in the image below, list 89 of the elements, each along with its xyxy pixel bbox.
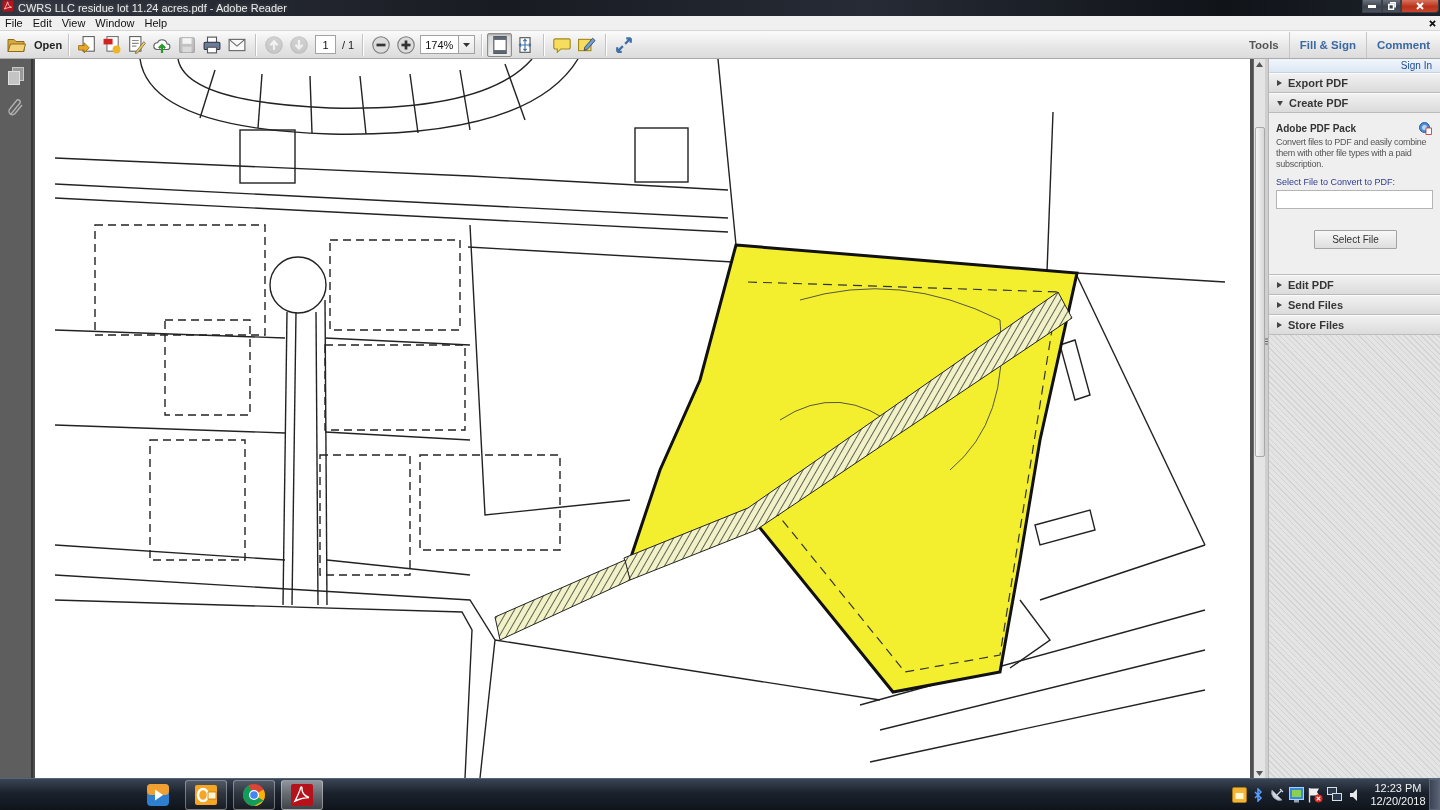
building-outline <box>239 129 296 184</box>
minimize-icon <box>1368 4 1376 8</box>
arrow-up-icon <box>264 35 283 54</box>
lot-line <box>309 75 313 134</box>
swirl-tile-icon <box>2 0 14 12</box>
plus-circle-icon <box>396 35 415 54</box>
select-file-button[interactable]: Select File <box>1314 230 1397 249</box>
tray-button[interactable] <box>1230 785 1249 804</box>
paperclip-icon <box>7 99 24 117</box>
building-outline <box>1059 339 1091 401</box>
arrow-down-icon <box>1256 771 1263 776</box>
sign-in-link[interactable]: Sign In <box>1400 60 1432 71</box>
document-pencil-icon <box>127 35 146 54</box>
lot-line <box>199 69 216 119</box>
section-header[interactable]: Edit PDF <box>1269 275 1440 295</box>
taskbar-app-button[interactable] <box>185 779 227 810</box>
grip-icon <box>1265 338 1268 345</box>
menu-item[interactable]: Edit <box>27 16 57 30</box>
taskbar-app-button[interactable] <box>233 779 275 810</box>
scrollbar-track[interactable] <box>1253 59 1265 778</box>
lot-line <box>359 75 367 135</box>
bluetooth-icon <box>1254 787 1263 802</box>
pack-title: Adobe PDF Pack <box>1276 123 1357 134</box>
section-header[interactable]: Export PDF <box>1269 73 1440 93</box>
printer-icon <box>202 35 221 54</box>
envelope-badge-icon <box>1232 786 1247 803</box>
pdf-document-icon <box>102 35 121 54</box>
fit-page-button[interactable] <box>487 32 513 57</box>
section-header[interactable]: Send Files <box>1269 295 1440 315</box>
fit-page-icon <box>490 35 509 54</box>
tray-button[interactable] <box>1325 785 1344 804</box>
close-document-button[interactable] <box>1427 18 1437 28</box>
window-title: CWRS LLC residue lot 11.24 acres.pdf - Adobe Reader <box>18 1 287 16</box>
menu-item[interactable]: Window <box>90 16 140 30</box>
segmented-circle-icon <box>242 782 266 807</box>
speech-bubble-icon <box>552 35 571 54</box>
zoom-dropdown-button[interactable] <box>458 35 476 54</box>
note-pencil-icon <box>577 35 596 54</box>
arrow-up-icon <box>1256 62 1263 67</box>
restore-icon <box>1387 2 1396 10</box>
clock-time: 12:23 PM <box>1374 781 1422 795</box>
tray-button[interactable] <box>1306 785 1325 804</box>
network-icon <box>1327 787 1342 802</box>
zoom-field[interactable]: 174% <box>420 35 459 54</box>
swirl-tile-icon <box>290 782 314 807</box>
close-icon <box>1416 2 1424 10</box>
close-button[interactable] <box>1401 0 1439 13</box>
close-icon <box>1428 19 1436 27</box>
pack-description: Convert files to PDF and easily combine them with other file types with a paid subscription. <box>1276 137 1428 170</box>
panel-tab[interactable]: Comment <box>1365 31 1440 58</box>
menu-item[interactable]: File <box>0 16 28 30</box>
minus-circle-icon <box>371 35 390 54</box>
menu-item[interactable]: View <box>56 16 91 30</box>
satellite-dish-icon <box>1270 787 1285 802</box>
arrow-down-icon <box>289 35 308 54</box>
minimize-button[interactable] <box>1362 0 1382 13</box>
lot-line <box>459 69 471 131</box>
document-arrow-icon <box>77 35 96 54</box>
panel-tab[interactable]: Fill & Sign <box>1288 31 1366 58</box>
lot-line <box>257 73 263 129</box>
building-outline <box>1034 509 1096 546</box>
tray-button[interactable] <box>1287 785 1306 804</box>
play-tile-icon <box>146 782 170 807</box>
pages-icon <box>7 67 24 85</box>
ring-envelope-tile-icon <box>194 782 218 807</box>
field-label: Select File to Convert to PDF: <box>1276 177 1397 187</box>
file-field[interactable] <box>1276 190 1433 209</box>
taskbar-app-button[interactable] <box>281 779 323 810</box>
flag-icon <box>1308 786 1323 803</box>
building-outline <box>634 127 689 183</box>
lot-line <box>409 73 419 134</box>
open-button[interactable]: Open <box>4 32 62 57</box>
cul-de-sac-circle <box>269 256 327 314</box>
menu-item[interactable]: Help <box>139 16 173 30</box>
caret-down-icon <box>463 42 471 47</box>
monitor-icon <box>1289 786 1304 803</box>
restore-button[interactable] <box>1382 0 1401 13</box>
lot-line <box>504 63 526 121</box>
page-number-field[interactable]: 1 <box>315 35 336 54</box>
diagonal-arrows-icon <box>614 35 633 54</box>
scrollbar-thumb[interactable] <box>1254 127 1265 457</box>
section-header[interactable]: Store Files <box>1269 315 1440 335</box>
circle-document-icon <box>1419 122 1432 135</box>
section-header[interactable]: Create PDF <box>1269 93 1440 113</box>
page-count: / 1 <box>342 38 355 51</box>
clock-date: 12/20/2018 <box>1370 794 1426 808</box>
folder-icon <box>7 36 26 53</box>
speaker-icon <box>1349 788 1358 801</box>
panel-tab[interactable]: Tools <box>1238 31 1289 58</box>
